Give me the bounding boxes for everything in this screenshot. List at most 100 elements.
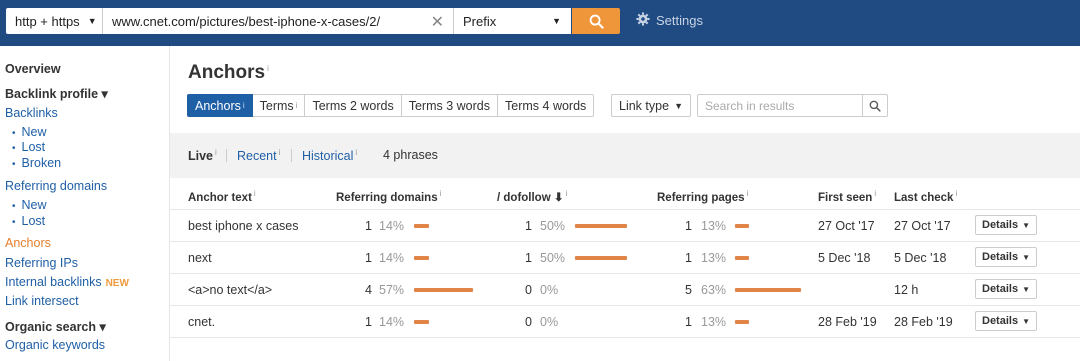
- details-button[interactable]: Details ▼: [975, 247, 1037, 267]
- url-input[interactable]: www.cnet.com/pictures/best-iphone-x-case…: [102, 8, 453, 34]
- chevron-down-icon: ▼: [1022, 220, 1030, 230]
- sidebar-item-label: New: [21, 125, 47, 139]
- sidebar-item-overview[interactable]: Overview: [5, 62, 61, 76]
- info-icon[interactable]: i: [267, 64, 269, 73]
- column-header-label: / dofollow: [497, 191, 551, 204]
- filter-label: Live: [188, 149, 214, 164]
- referring-domains-count[interactable]: 4: [342, 283, 372, 297]
- column-header-dofollow[interactable]: / dofollow ⬇ i: [497, 189, 567, 204]
- sidebar-item-backlinks-new[interactable]: New: [12, 125, 47, 139]
- last-check: 27 Oct '17: [894, 219, 951, 233]
- sidebar-item-rd-new[interactable]: New: [12, 198, 47, 212]
- sidebar-item-label: New: [21, 198, 47, 212]
- tab-bar: Anchors i Terms i Terms 2 words Terms 3 wo…: [187, 94, 595, 117]
- info-icon: i: [242, 101, 245, 110]
- mode-value: Prefix: [463, 13, 497, 29]
- search-button[interactable]: [572, 8, 620, 34]
- sidebar-item-link-intersect[interactable]: Link intersect: [5, 294, 79, 308]
- sidebar: Overview Backlink profile ▾ Backlinks Ne…: [0, 46, 169, 361]
- sidebar-item-internal-backlinks[interactable]: Internal backlinks NEW: [5, 275, 129, 289]
- last-check: 28 Feb '19: [894, 315, 953, 329]
- sidebar-item-organic-keywords[interactable]: Organic keywords: [5, 338, 105, 352]
- column-header-first-seen[interactable]: First seen i: [818, 189, 876, 204]
- referring-domains-count[interactable]: 1: [342, 219, 372, 233]
- referring-domains-count[interactable]: 1: [342, 315, 372, 329]
- sidebar-item-backlinks-broken[interactable]: Broken: [12, 156, 62, 170]
- info-icon: i: [215, 148, 217, 157]
- tab-anchors[interactable]: Anchors i: [187, 94, 253, 117]
- sidebar-item-rd-lost[interactable]: Lost: [12, 214, 46, 228]
- sidebar-item-label: Lost: [21, 140, 46, 154]
- sidebar-item-backlinks[interactable]: Backlinks: [5, 106, 58, 120]
- dofollow-count: 1: [525, 219, 532, 233]
- referring-domains-bar: [414, 288, 473, 292]
- referring-pages-count[interactable]: 5: [662, 283, 692, 297]
- details-button[interactable]: Details ▼: [975, 311, 1037, 331]
- chevron-down-icon: ▼: [674, 100, 683, 111]
- details-label: Details: [982, 251, 1019, 263]
- divider: [226, 149, 227, 162]
- referring-domains-count[interactable]: 1: [342, 251, 372, 265]
- divider: [291, 149, 292, 162]
- results-search-button[interactable]: [862, 94, 888, 117]
- referring-pages-pct: 63%: [701, 283, 727, 297]
- main-content: Anchors i Anchors i Terms i Terms 2 words T…: [169, 46, 1080, 361]
- sidebar-section-organic-search[interactable]: Organic search ▾: [5, 319, 106, 334]
- tab-terms-4-words[interactable]: Terms 4 words: [498, 94, 595, 117]
- details-button[interactable]: Details ▼: [975, 279, 1037, 299]
- referring-domains-pct: 57%: [379, 283, 405, 297]
- top-bar: http + https ▼ www.cnet.com/pictures/bes…: [0, 0, 1080, 46]
- chevron-down-icon: ▼: [552, 16, 561, 26]
- mode-select[interactable]: Prefix ▼: [453, 8, 571, 34]
- dofollow-pct: 50%: [540, 251, 566, 265]
- tab-label: Anchors: [195, 98, 241, 113]
- filter-historical[interactable]: Historical i: [302, 148, 357, 163]
- sidebar-item-backlinks-lost[interactable]: Lost: [12, 140, 46, 154]
- results-search-placeholder: Search in results: [705, 98, 795, 113]
- referring-pages-count[interactable]: 1: [662, 315, 692, 329]
- referring-domains-bar: [414, 224, 429, 228]
- sidebar-section-backlink-profile[interactable]: Backlink profile ▾: [5, 86, 108, 101]
- tab-terms-3-words[interactable]: Terms 3 words: [401, 94, 499, 117]
- details-button[interactable]: Details ▼: [975, 215, 1037, 235]
- referring-pages-count[interactable]: 1: [662, 251, 692, 265]
- anchor-text: next: [188, 251, 212, 265]
- protocol-select[interactable]: http + https ▼: [6, 8, 102, 34]
- referring-domains-bar: [414, 256, 429, 260]
- protocol-value: http + https: [15, 13, 80, 29]
- column-header-referring-domains[interactable]: Referring domains i: [336, 189, 441, 204]
- chevron-down-icon: ▼: [1022, 284, 1030, 294]
- tab-terms[interactable]: Terms i: [252, 94, 306, 117]
- phrase-count: 4 phrases: [383, 148, 438, 162]
- info-icon: i: [253, 189, 256, 198]
- referring-pages-count[interactable]: 1: [662, 219, 692, 233]
- anchor-text: best iphone x cases: [188, 219, 299, 233]
- clear-icon[interactable]: ✕: [431, 12, 444, 32]
- filter-recent[interactable]: Recent i: [237, 148, 280, 163]
- tab-label: Terms: [259, 98, 294, 113]
- referring-domains-bar: [414, 320, 429, 324]
- page-title: Anchors i: [188, 62, 269, 84]
- settings-link[interactable]: Settings: [636, 12, 703, 29]
- filter-label: Historical: [302, 149, 354, 164]
- column-header-referring-pages[interactable]: Referring pages i: [657, 189, 748, 204]
- filter-live[interactable]: Live i: [188, 148, 217, 163]
- tab-label: Terms 4 words: [505, 98, 587, 113]
- info-icon: i: [955, 189, 958, 198]
- first-seen: 28 Feb '19: [818, 315, 877, 329]
- sidebar-item-label: Lost: [21, 214, 46, 228]
- link-type-select[interactable]: Link type ▼: [611, 94, 691, 117]
- column-header-anchor-text[interactable]: Anchor text i: [188, 189, 256, 204]
- tab-label: Terms 3 words: [408, 98, 491, 113]
- tab-terms-2-words[interactable]: Terms 2 words: [305, 94, 402, 117]
- link-type-label: Link type: [619, 98, 670, 113]
- sidebar-item-referring-domains[interactable]: Referring domains: [5, 179, 107, 193]
- settings-label: Settings: [656, 13, 703, 28]
- results-search-input[interactable]: Search in results: [697, 94, 863, 117]
- sidebar-item-anchors[interactable]: Anchors: [5, 236, 51, 250]
- column-header-label: First seen: [818, 191, 873, 204]
- sidebar-item-referring-ips[interactable]: Referring IPs: [5, 256, 78, 270]
- column-header-last-check[interactable]: Last check i: [894, 189, 957, 204]
- sort-down-icon: ⬇: [550, 191, 564, 204]
- anchor-text: <a>no text</a>: [188, 283, 273, 297]
